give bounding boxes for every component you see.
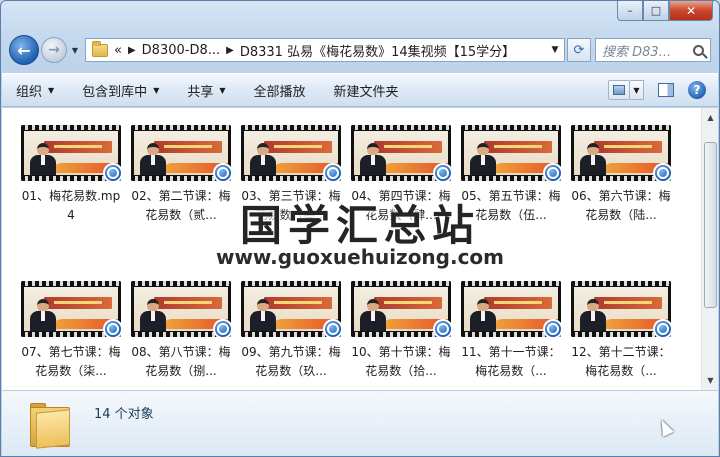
media-player-icon xyxy=(323,319,341,337)
file-item[interactable]: 06、第六节课：梅花易数（陆... xyxy=(566,125,676,281)
file-name: 12、第十二节课：梅花易数（... xyxy=(571,345,671,378)
film-strip xyxy=(351,281,451,286)
video-thumbnail xyxy=(461,125,561,181)
close-icon[interactable]: ✕ xyxy=(669,1,713,21)
film-strip xyxy=(461,281,561,286)
minimize-icon[interactable]: – xyxy=(617,1,643,21)
back-arrow-icon[interactable]: ← xyxy=(9,35,39,65)
file-name: 02、第二节课：梅花易数（贰... xyxy=(131,189,231,222)
film-strip xyxy=(21,281,121,286)
search-placeholder: 搜索 D83... xyxy=(602,44,672,60)
breadcrumb-separator-icon[interactable]: ▶ xyxy=(128,45,136,56)
maximize-icon[interactable]: □ xyxy=(643,1,669,21)
chevron-down-icon: ▼ xyxy=(48,85,55,95)
video-thumbnail xyxy=(351,281,451,337)
media-player-icon xyxy=(103,319,121,337)
media-player-icon xyxy=(653,319,671,337)
item-count: 14 个对象 xyxy=(94,407,154,422)
file-name: 09、第九节课：梅花易数（玖... xyxy=(241,345,341,378)
file-name: 03、第三节课：梅花易数（叁... xyxy=(241,189,341,222)
media-player-icon xyxy=(543,163,561,181)
breadcrumb-item-current[interactable]: D8331 弘易《梅花易数》14集视频【15学分】 xyxy=(240,41,515,60)
address-bar[interactable]: « ▶ D8300-D8... ▶ D8331 弘易《梅花易数》14集视频【15… xyxy=(85,38,565,62)
folder-icon xyxy=(92,40,108,57)
video-thumbnail xyxy=(131,281,231,337)
media-player-icon xyxy=(433,163,451,181)
video-thumbnail xyxy=(21,281,121,337)
film-strip xyxy=(351,125,451,130)
chevron-down-icon: ▼ xyxy=(153,85,160,95)
film-strip xyxy=(21,125,121,130)
film-strip xyxy=(131,281,231,286)
search-icon xyxy=(693,44,704,56)
chevron-down-icon: ▼ xyxy=(219,85,226,95)
explorer-window: – □ ✕ ← → ▼ « ▶ D8300-D8... ▶ D8331 弘易《梅… xyxy=(0,0,720,457)
change-view-button[interactable] xyxy=(608,80,630,100)
file-name: 10、第十节课：梅花易数（拾... xyxy=(351,345,451,378)
mouse-cursor-icon xyxy=(656,417,674,437)
film-strip xyxy=(461,125,561,130)
refresh-icon[interactable]: ⟳ xyxy=(567,38,591,62)
film-strip xyxy=(241,125,341,130)
help-icon[interactable]: ? xyxy=(688,81,706,99)
folder-icon xyxy=(30,403,70,449)
file-name: 11、第十一节课：梅花易数（... xyxy=(461,345,561,378)
share-menu[interactable]: 共享 ▼ xyxy=(187,81,225,100)
film-strip xyxy=(131,125,231,130)
film-strip xyxy=(241,281,341,286)
new-folder-button[interactable]: 新建文件夹 xyxy=(334,81,399,100)
breadcrumb-overflow[interactable]: « xyxy=(114,43,122,58)
video-thumbnail xyxy=(241,125,341,181)
scroll-down-icon[interactable]: ▼ xyxy=(703,372,718,389)
file-name: 08、第八节课：梅花易数（捌... xyxy=(131,345,231,378)
film-strip xyxy=(571,125,671,130)
command-bar: 组织 ▼ 包含到库中 ▼ 共享 ▼ 全部播放 新建文件夹 ▼ ? xyxy=(2,73,718,107)
view-icon xyxy=(613,85,625,95)
video-thumbnail xyxy=(571,125,671,181)
file-item[interactable]: 02、第二节课：梅花易数（贰... xyxy=(126,125,236,281)
search-input[interactable]: 搜索 D83... xyxy=(595,38,711,62)
breadcrumb-item-parent[interactable]: D8300-D8... xyxy=(142,43,220,58)
play-all-button[interactable]: 全部播放 xyxy=(254,81,306,100)
toolbar-right-group: ▼ ? xyxy=(608,80,706,100)
media-player-icon xyxy=(213,163,231,181)
video-thumbnail xyxy=(351,125,451,181)
media-player-icon xyxy=(653,163,671,181)
media-player-icon xyxy=(323,163,341,181)
organize-menu[interactable]: 组织 ▼ xyxy=(16,81,54,100)
breadcrumb-separator-icon[interactable]: ▶ xyxy=(226,45,234,56)
video-thumbnail xyxy=(571,281,671,337)
file-item[interactable]: 04、第四节课：梅花易数（肆... xyxy=(346,125,456,281)
file-name: 05、第五节课：梅花易数（伍... xyxy=(461,189,561,222)
file-item[interactable]: 01、梅花易数.mp4 xyxy=(16,125,126,281)
file-name: 06、第六节课：梅花易数（陆... xyxy=(571,189,671,222)
include-in-library-menu[interactable]: 包含到库中 ▼ xyxy=(82,81,159,100)
media-player-icon xyxy=(543,319,561,337)
details-pane: 14 个对象 xyxy=(2,390,718,456)
navigation-bar: ← → ▼ « ▶ D8300-D8... ▶ D8331 弘易《梅花易数》14… xyxy=(9,35,711,65)
file-name: 04、第四节课：梅花易数（肆... xyxy=(351,189,451,222)
file-item[interactable]: 03、第三节课：梅花易数（叁... xyxy=(236,125,346,281)
video-thumbnail xyxy=(461,281,561,337)
preview-pane-icon[interactable] xyxy=(658,83,674,97)
film-strip xyxy=(571,281,671,286)
file-item[interactable]: 05、第五节课：梅花易数（伍... xyxy=(456,125,566,281)
media-player-icon xyxy=(103,163,121,181)
video-thumbnail xyxy=(131,125,231,181)
recent-pages-chevron-down-icon[interactable]: ▼ xyxy=(69,46,81,55)
file-list-pane[interactable]: 01、梅花易数.mp4 02、第二节课：梅花易数（贰... 03、第三节课：梅花易数… xyxy=(2,108,718,390)
video-thumbnail xyxy=(241,281,341,337)
video-thumbnail xyxy=(21,125,121,181)
scrollbar-thumb[interactable] xyxy=(704,142,717,308)
media-player-icon xyxy=(433,319,451,337)
vertical-scrollbar[interactable]: ▲ ▼ xyxy=(701,108,718,390)
view-chevron-down-icon[interactable]: ▼ xyxy=(630,80,644,100)
media-player-icon xyxy=(213,319,231,337)
file-name: 07、第七节课：梅花易数（柒... xyxy=(21,345,121,378)
address-chevron-down-icon[interactable]: ▼ xyxy=(546,45,564,55)
forward-arrow-icon[interactable]: → xyxy=(41,37,67,63)
scroll-up-icon[interactable]: ▲ xyxy=(703,109,718,126)
caption-buttons: – □ ✕ xyxy=(617,1,713,21)
file-name: 01、梅花易数.mp4 xyxy=(21,189,121,222)
